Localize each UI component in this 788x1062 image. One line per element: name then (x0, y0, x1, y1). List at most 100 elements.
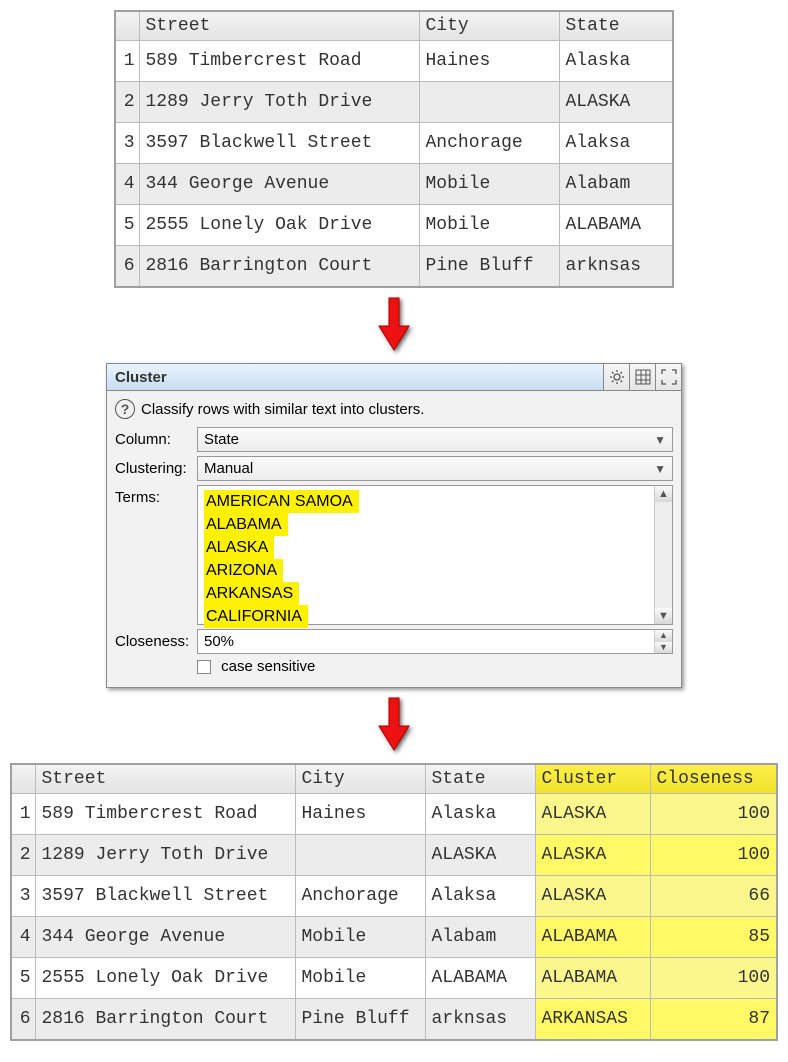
cell-city[interactable]: Mobile (419, 205, 559, 246)
cell-city[interactable] (419, 82, 559, 123)
cell-city[interactable]: Mobile (295, 917, 425, 958)
arrow-down-icon (377, 696, 411, 752)
cell-state[interactable]: ALABAMA (425, 958, 535, 999)
cell-closeness[interactable]: 100 (650, 794, 777, 835)
clustering-select-value: Manual (204, 460, 253, 477)
panel-titlebar: Cluster (107, 364, 681, 391)
cell-state[interactable]: Alaksa (559, 123, 673, 164)
table-row[interactable]: 1 589 Timbercrest Road Haines Alaska ALA… (11, 794, 777, 835)
cell-city[interactable]: Haines (419, 41, 559, 82)
terms-textarea[interactable]: AMERICAN SAMOA ALABAMA ALASKA ARIZONA AR… (197, 485, 673, 625)
spin-up-icon[interactable]: ▲ (655, 630, 672, 642)
row-number: 6 (115, 246, 139, 288)
col-header-closeness[interactable]: Closeness (650, 764, 777, 794)
table-row[interactable]: 5 2555 Lonely Oak Drive Mobile ALABAMA A… (11, 958, 777, 999)
case-sensitive-checkbox[interactable] (197, 660, 211, 674)
term-item: ALABAMA (204, 513, 288, 536)
cell-street[interactable]: 344 George Avenue (35, 917, 295, 958)
cell-state[interactable]: arknsas (559, 246, 673, 288)
cell-closeness[interactable]: 100 (650, 958, 777, 999)
table-row[interactable]: 3 3597 Blackwell Street Anchorage Alaksa… (11, 876, 777, 917)
cell-city[interactable]: Anchorage (295, 876, 425, 917)
cell-street[interactable]: 2555 Lonely Oak Drive (35, 958, 295, 999)
cell-state[interactable]: Alaksa (425, 876, 535, 917)
col-header-cluster[interactable]: Cluster (535, 764, 650, 794)
cell-closeness[interactable]: 85 (650, 917, 777, 958)
gear-icon (609, 369, 625, 385)
cell-state[interactable]: Alaska (559, 41, 673, 82)
cell-closeness[interactable]: 66 (650, 876, 777, 917)
cell-state[interactable]: ALASKA (559, 82, 673, 123)
grid-icon (635, 369, 651, 385)
cell-street[interactable]: 2816 Barrington Court (35, 999, 295, 1041)
cell-street[interactable]: 3597 Blackwell Street (139, 123, 419, 164)
cell-city[interactable]: Mobile (295, 958, 425, 999)
table-row[interactable]: 5 2555 Lonely Oak Drive Mobile ALABAMA (115, 205, 673, 246)
chevron-down-icon: ▼ (654, 433, 666, 447)
cell-state[interactable]: Alabam (559, 164, 673, 205)
cell-city[interactable]: Pine Bluff (295, 999, 425, 1041)
expand-button[interactable] (655, 364, 681, 390)
table-row[interactable]: 6 2816 Barrington Court Pine Bluff arkns… (115, 246, 673, 288)
cell-state[interactable]: ALASKA (425, 835, 535, 876)
cell-street[interactable]: 589 Timbercrest Road (35, 794, 295, 835)
cell-closeness[interactable]: 100 (650, 835, 777, 876)
cell-street[interactable]: 2555 Lonely Oak Drive (139, 205, 419, 246)
scrollbar[interactable]: ▲ ▼ (654, 486, 672, 624)
table-row[interactable]: 1 589 Timbercrest Road Haines Alaska (115, 41, 673, 82)
scroll-up-icon[interactable]: ▲ (655, 486, 672, 502)
cell-state[interactable]: Alabam (425, 917, 535, 958)
table-row[interactable]: 2 1289 Jerry Toth Drive ALASKA ALASKA 10… (11, 835, 777, 876)
table-view-button[interactable] (629, 364, 655, 390)
help-text: Classify rows with similar text into clu… (141, 401, 424, 418)
column-select[interactable]: State ▼ (197, 427, 673, 452)
cell-cluster[interactable]: ALABAMA (535, 958, 650, 999)
label-closeness: Closeness: (115, 629, 197, 650)
cell-state[interactable]: arknsas (425, 999, 535, 1041)
cell-cluster[interactable]: ALASKA (535, 835, 650, 876)
help-icon[interactable]: ? (115, 399, 135, 419)
col-header-street[interactable]: Street (139, 11, 419, 41)
cell-city[interactable]: Pine Bluff (419, 246, 559, 288)
cell-closeness[interactable]: 87 (650, 999, 777, 1041)
table-row[interactable]: 3 3597 Blackwell Street Anchorage Alaksa (115, 123, 673, 164)
table-row[interactable]: 6 2816 Barrington Court Pine Bluff arkns… (11, 999, 777, 1041)
cell-state[interactable]: ALABAMA (559, 205, 673, 246)
label-terms: Terms: (115, 485, 197, 506)
cell-cluster[interactable]: ALASKA (535, 794, 650, 835)
cell-state[interactable]: Alaska (425, 794, 535, 835)
case-sensitive-label: case sensitive (221, 658, 315, 675)
closeness-spinner[interactable]: 50% ▲ ▼ (197, 629, 673, 654)
cell-cluster[interactable]: ALABAMA (535, 917, 650, 958)
cell-city[interactable]: Haines (295, 794, 425, 835)
term-item: ARIZONA (204, 559, 283, 582)
col-header-city[interactable]: City (419, 11, 559, 41)
table-row[interactable]: 4 344 George Avenue Mobile Alabam (115, 164, 673, 205)
row-number: 2 (11, 835, 35, 876)
cell-city[interactable]: Mobile (419, 164, 559, 205)
cell-city[interactable]: Anchorage (419, 123, 559, 164)
cell-cluster[interactable]: ARKANSAS (535, 999, 650, 1041)
closeness-value: 50% (198, 630, 654, 653)
spin-down-icon[interactable]: ▼ (655, 642, 672, 654)
cell-street[interactable]: 3597 Blackwell Street (35, 876, 295, 917)
row-number: 6 (11, 999, 35, 1041)
cell-street[interactable]: 589 Timbercrest Road (139, 41, 419, 82)
table-row[interactable]: 4 344 George Avenue Mobile Alabam ALABAM… (11, 917, 777, 958)
cell-street[interactable]: 1289 Jerry Toth Drive (139, 82, 419, 123)
col-header-state[interactable]: State (425, 764, 535, 794)
cell-city[interactable] (295, 835, 425, 876)
row-number: 1 (11, 794, 35, 835)
table-row[interactable]: 2 1289 Jerry Toth Drive ALASKA (115, 82, 673, 123)
row-number: 5 (11, 958, 35, 999)
cell-cluster[interactable]: ALASKA (535, 876, 650, 917)
cell-street[interactable]: 2816 Barrington Court (139, 246, 419, 288)
scroll-down-icon[interactable]: ▼ (655, 608, 672, 624)
col-header-city[interactable]: City (295, 764, 425, 794)
cell-street[interactable]: 1289 Jerry Toth Drive (35, 835, 295, 876)
cell-street[interactable]: 344 George Avenue (139, 164, 419, 205)
clustering-select[interactable]: Manual ▼ (197, 456, 673, 481)
col-header-street[interactable]: Street (35, 764, 295, 794)
settings-button[interactable] (603, 364, 629, 390)
col-header-state[interactable]: State (559, 11, 673, 41)
